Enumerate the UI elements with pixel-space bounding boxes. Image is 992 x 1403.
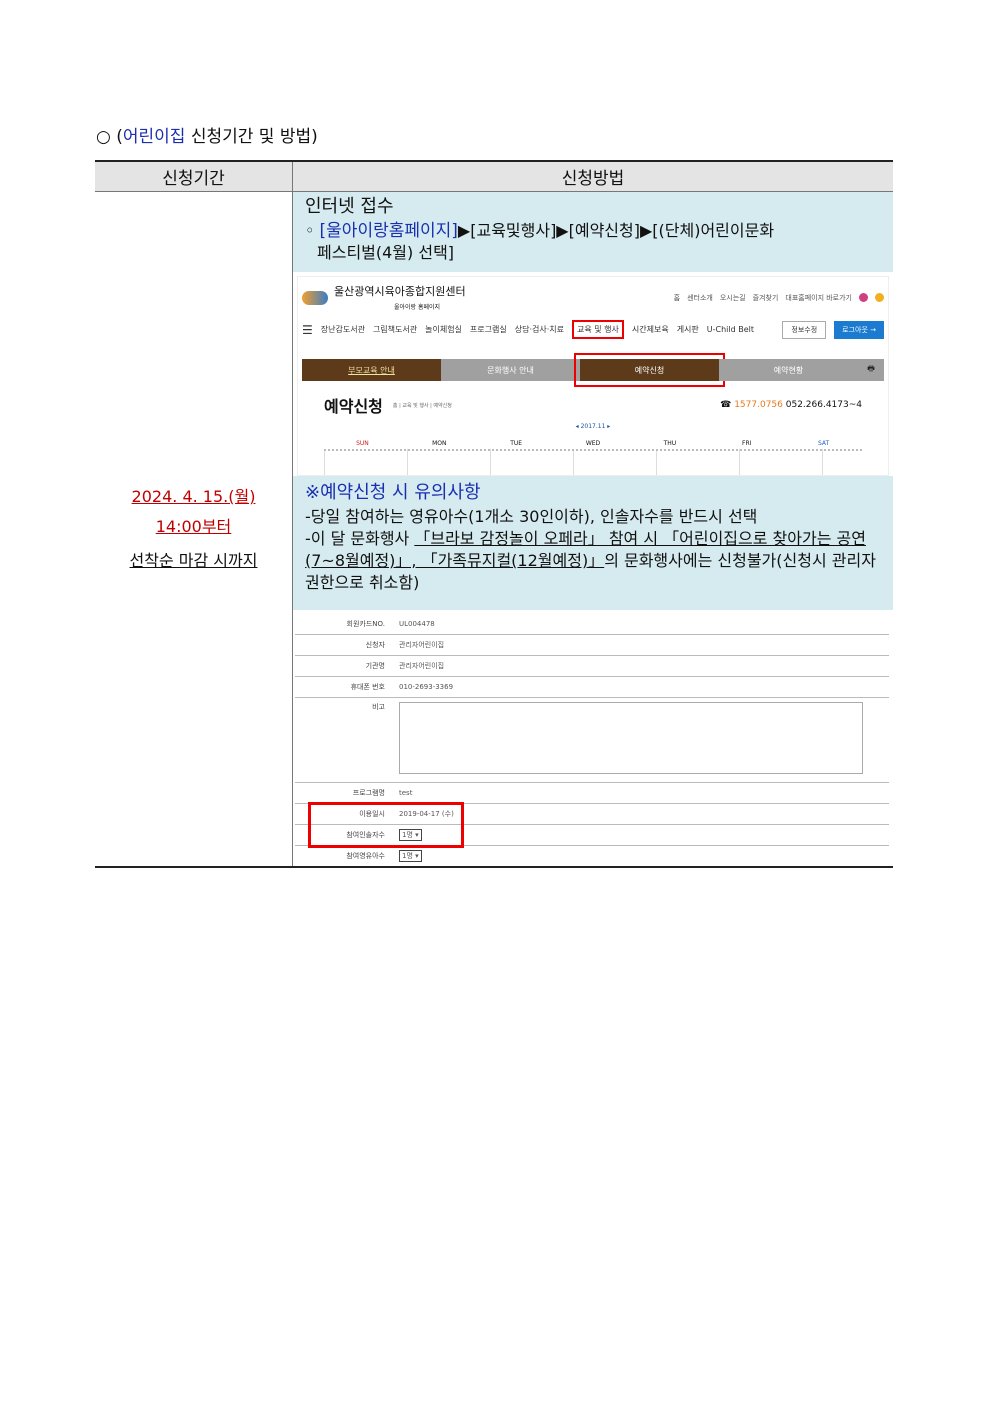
edit-info-button[interactable]: 정보수정 xyxy=(782,320,827,339)
site-name: 울산광역시육아종합지원센터 울아이랑 홈페이지 xyxy=(334,285,466,311)
label-program: 프로그램명 xyxy=(352,789,385,797)
section-heading: ○ (어린이집 신청기간 및 방법) xyxy=(96,122,318,147)
day-wed: WED xyxy=(585,440,601,447)
kakao-icon[interactable] xyxy=(875,293,884,302)
toplink-about[interactable]: 센터소개 xyxy=(687,293,713,303)
internet-box: 인터넷 접수 ◦ [울아이랑홈페이지]▶[교육및행사]▶[예약신청]▶[(단체)… xyxy=(293,192,893,272)
day-sat: SAT xyxy=(817,440,830,447)
children-select[interactable]: 1명 ▾ xyxy=(399,850,422,862)
highlight-box xyxy=(308,802,464,848)
reservation-title: 예약신청 xyxy=(324,397,383,416)
toplink-bookmark[interactable]: 즐겨찾기 xyxy=(753,293,779,303)
tab-reservation-status[interactable]: 예약현황 xyxy=(719,359,858,381)
value-phone: 010-2693-3369 xyxy=(399,683,454,691)
tab-reservation[interactable]: 예약신청 xyxy=(574,353,725,387)
nav-toy-library[interactable]: 장난감도서관 xyxy=(321,324,365,335)
tab-parent-education[interactable]: 부모교육 안내 xyxy=(302,359,441,381)
day-sun: SUN xyxy=(356,440,369,447)
website-screenshot-top: 울산광역시육아종합지원센터 울아이랑 홈페이지 홈 센터소개 오시는길 즐겨찾기 … xyxy=(297,276,889,476)
breadcrumb: 홈 | 교육 및 행사 | 예약신청 xyxy=(392,402,452,409)
logout-button[interactable]: 로그아웃 → xyxy=(834,320,884,339)
sub-tabs: 부모교육 안내 문화행사 안내 예약신청 예약현황 🖶 xyxy=(302,353,884,387)
application-table: 신청기간 신청방법 2024. 4. 15.(월) 14:00부터 선착순 마감… xyxy=(95,160,893,868)
homepage-link[interactable]: [울아이랑홈페이지] xyxy=(320,221,458,241)
nav-play-room[interactable]: 놀이체험실 xyxy=(425,324,462,335)
memo-textarea[interactable] xyxy=(399,702,863,774)
toplink-main-site[interactable]: 대표홈페이지 바로가기 xyxy=(785,293,852,303)
heading-suffix: 신청기간 및 방법) xyxy=(185,127,318,147)
heading-highlight: 어린이집 xyxy=(122,127,186,147)
internet-path: ◦ [울아이랑홈페이지]▶[교육및행사]▶[예약신청]▶[(단체)어린이문화 xyxy=(305,220,889,242)
nav-uchild-belt[interactable]: U-Child Belt xyxy=(707,325,754,334)
period-date: 2024. 4. 15.(월) xyxy=(131,487,256,506)
caution-line1: -당일 참여하는 영유아수(1개소 30인이하), 인솔자수를 반드시 선택 xyxy=(305,507,758,526)
value-card-no: UL004478 xyxy=(399,620,435,628)
menu-icon[interactable]: ☰ xyxy=(302,323,313,337)
day-mon: MON xyxy=(432,440,447,447)
label-institution: 기관명 xyxy=(365,662,385,670)
caution-title: ※예약신청 시 유의사항 xyxy=(305,482,481,503)
day-fri: FRI xyxy=(742,440,752,447)
caution-line2: -이 달 문화행사 「브라보 감정놀이 오페라」 참여 시 「어린이집으로 찾아… xyxy=(305,529,876,592)
header-method: 신청방법 xyxy=(292,160,893,192)
bullet: ◦ xyxy=(305,221,315,240)
nav-board[interactable]: 게시판 xyxy=(677,324,699,335)
day-thu: THU xyxy=(663,440,677,447)
nav-education-events[interactable]: 교육 및 행사 xyxy=(571,320,624,339)
value-program: test xyxy=(399,789,413,797)
main-nav: ☰ 장난감도서관 그림책도서관 놀이체험실 프로그램실 상담·검사·치료 교육 … xyxy=(298,318,888,341)
nav-hourly-care[interactable]: 시간제보육 xyxy=(632,324,669,335)
label-phone: 휴대폰 번호 xyxy=(350,683,385,691)
nav-program-room[interactable]: 프로그램실 xyxy=(470,324,507,335)
calendar-grid[interactable] xyxy=(324,449,862,475)
site-logo-icon xyxy=(302,290,328,305)
label-card-no: 회원카드NO. xyxy=(346,620,385,628)
label-memo: 비고 xyxy=(372,703,385,711)
instagram-icon[interactable] xyxy=(859,293,868,302)
period-time: 14:00부터 xyxy=(155,517,232,536)
header-period: 신청기간 xyxy=(95,160,293,192)
internet-title: 인터넷 접수 xyxy=(305,196,394,217)
value-institution: 관리자어린이집 xyxy=(399,662,445,670)
day-tue: TUE xyxy=(510,440,523,447)
caution-box: ※예약신청 시 유의사항 -당일 참여하는 영유아수(1개소 30인이하), 인… xyxy=(293,476,893,610)
method-cell: 인터넷 접수 ◦ [울아이랑홈페이지]▶[교육및행사]▶[예약신청]▶[(단체)… xyxy=(292,191,893,868)
weekday-header: SUN MON TUE WED THU FRI SAT xyxy=(324,440,862,447)
value-applicant: 관리자어린이집 xyxy=(399,641,445,649)
toplink-home[interactable]: 홈 xyxy=(674,293,680,303)
path-rest: ▶[교육및행사]▶[예약신청]▶[(단체)어린이문화 xyxy=(457,221,775,240)
month-selector[interactable]: ◂ 2017.11 ▸ xyxy=(298,423,888,430)
print-icon[interactable]: 🖶 xyxy=(858,359,884,381)
phone-icon: ☎ xyxy=(720,400,732,410)
top-links: 홈 센터소개 오시는길 즐겨찾기 대표홈페이지 바로가기 xyxy=(674,293,884,303)
tab-culture-events[interactable]: 문화행사 안내 xyxy=(441,359,580,381)
heading-prefix: ○ ( xyxy=(96,127,123,147)
label-children: 참여영유아수 xyxy=(346,852,385,860)
label-applicant: 신청자 xyxy=(365,641,385,649)
period-cell: 2024. 4. 15.(월) 14:00부터 선착순 마감 시까지 xyxy=(95,191,293,868)
phone-numbers: ☎ 1577.0756 052.266.4173~4 xyxy=(720,400,862,410)
nav-picturebook-library[interactable]: 그림책도서관 xyxy=(373,324,417,335)
nav-counseling[interactable]: 상담·검사·치료 xyxy=(515,324,564,335)
path-rest2: 페스티벌(4월) 선택] xyxy=(317,243,455,262)
period-note: 선착순 마감 시까지 xyxy=(129,551,258,570)
toplink-directions[interactable]: 오시는길 xyxy=(720,293,746,303)
